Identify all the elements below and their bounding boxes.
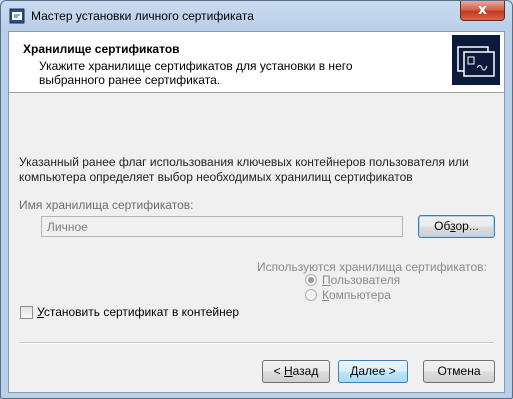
wizard-window: Мастер установки личного сертификата x Х… bbox=[0, 0, 513, 399]
store-name-label: Имя хранилища сертификатов: bbox=[19, 198, 194, 212]
install-to-container-label[interactable]: Установить сертификат в контейнер bbox=[37, 305, 239, 319]
checkbox-accel: У bbox=[37, 305, 44, 319]
wizard-client-area: Хранилище сертификатов Укажите хранилище… bbox=[8, 31, 505, 393]
page-title: Хранилище сертификатов bbox=[23, 42, 180, 56]
browse-button[interactable]: Обзор... bbox=[418, 215, 495, 238]
radio-computer-label: Компьютера bbox=[322, 288, 391, 302]
window-title: Мастер установки личного сертификата bbox=[31, 9, 254, 23]
cancel-button[interactable]: Отмена bbox=[423, 360, 495, 383]
wizard-header: Хранилище сертификатов Укажите хранилище… bbox=[9, 32, 504, 93]
back-label-accel: Н bbox=[283, 364, 293, 378]
close-icon: x bbox=[477, 2, 488, 18]
radio-user-label: Пользователя bbox=[322, 273, 400, 287]
radio-user bbox=[305, 274, 317, 286]
used-stores-label: Используются хранилища сертификатов: bbox=[257, 260, 487, 274]
radio-selected-dot bbox=[308, 277, 314, 283]
footer-divider bbox=[19, 342, 494, 344]
install-to-container-checkbox[interactable] bbox=[20, 306, 33, 319]
store-name-field: Личное bbox=[41, 216, 403, 237]
browse-label-prefix: Об bbox=[434, 219, 451, 233]
radio-computer bbox=[305, 289, 317, 301]
checkbox-text: становить сертификат в контейнер bbox=[43, 305, 240, 319]
radio-user-accel: П bbox=[322, 273, 331, 287]
certificate-app-icon bbox=[9, 8, 25, 24]
radio-computer-accel: К bbox=[322, 288, 329, 302]
next-label-suffix: алее > bbox=[358, 364, 396, 378]
intro-text: Указанный ранее флаг использования ключе… bbox=[19, 155, 469, 184]
next-button[interactable]: Далее > bbox=[338, 360, 408, 383]
certificate-icon bbox=[452, 35, 500, 85]
title-bar[interactable]: Мастер установки личного сертификата x bbox=[1, 1, 512, 31]
back-button[interactable]: < Назад bbox=[262, 360, 330, 383]
radio-computer-text: омпьютера bbox=[329, 288, 391, 302]
back-label-suffix: азад bbox=[292, 364, 319, 378]
close-button[interactable]: x bbox=[460, 1, 505, 21]
browse-label-suffix: ор... bbox=[455, 219, 479, 233]
back-label-prefix: < bbox=[273, 364, 284, 378]
radio-user-text: ользователя bbox=[330, 273, 401, 287]
page-description: Укажите хранилище сертификатов для устан… bbox=[39, 59, 353, 87]
